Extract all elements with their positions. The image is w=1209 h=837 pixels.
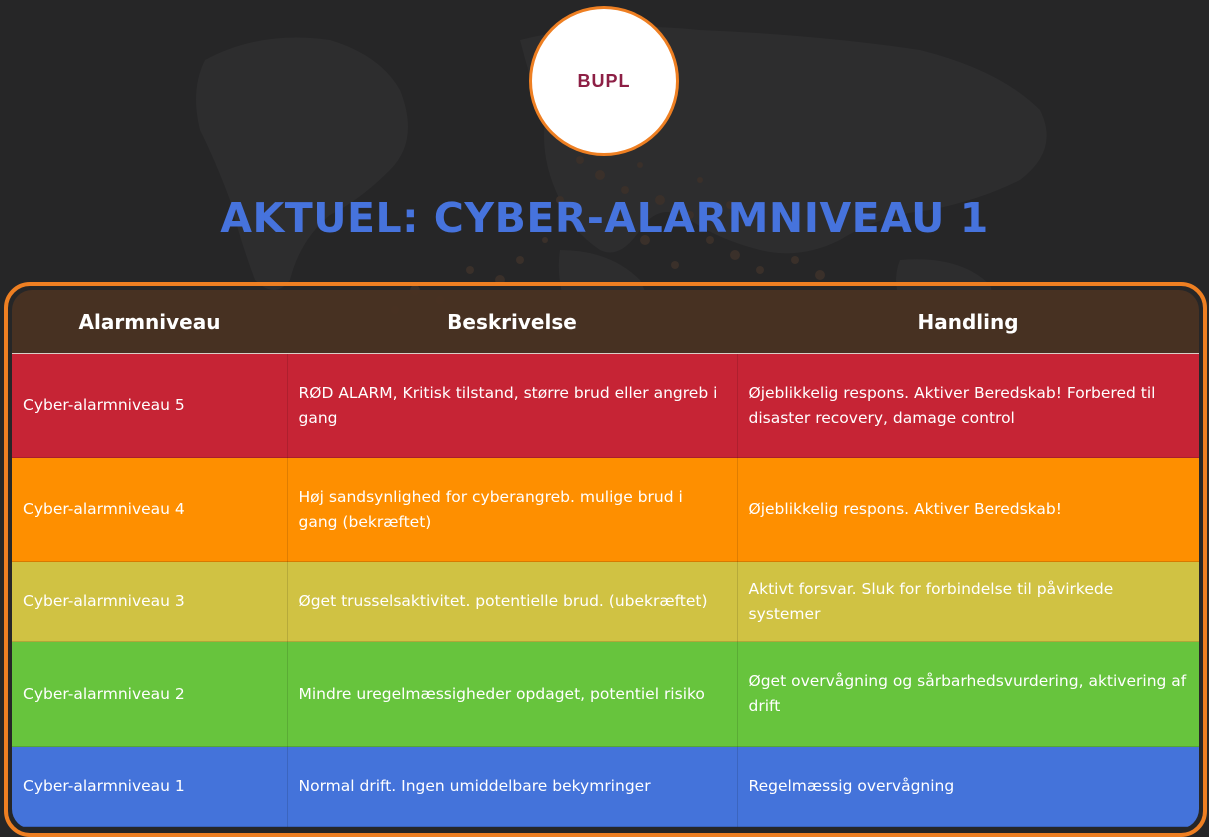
bupl-logo-circle: BUPL [529,6,679,156]
description-cell: Øget trusselsaktivitet. potentielle brud… [287,561,738,642]
table-row-level-1: Cyber-alarmniveau 1 Normal drift. Ingen … [12,746,1199,827]
level-cell: Cyber-alarmniveau 2 [12,641,288,747]
table-row-level-3: Cyber-alarmniveau 3 Øget trusselsaktivit… [12,561,1199,642]
level-cell: Cyber-alarmniveau 5 [12,353,288,458]
description-cell: Høj sandsynlighed for cyberangreb. mulig… [287,457,738,562]
column-header-action: Handling [737,290,1199,354]
action-cell: Regelmæssig overvågning [737,746,1199,827]
table-row-level-5: Cyber-alarmniveau 5 RØD ALARM, Kritisk t… [12,353,1199,458]
column-header-level: Alarmniveau [12,290,287,354]
level-cell: Cyber-alarmniveau 3 [12,561,288,642]
alarm-table-container: Alarmniveau Beskrivelse Handling Cyber-a… [12,290,1199,829]
action-cell: Øjeblikkelig respons. Aktiver Beredskab! [737,457,1199,562]
description-cell: Normal drift. Ingen umiddelbare bekymrin… [287,746,738,827]
level-cell: Cyber-alarmniveau 1 [12,746,288,827]
level-cell: Cyber-alarmniveau 4 [12,457,288,562]
table-header-row: Alarmniveau Beskrivelse Handling [12,290,1199,354]
page: BUPL AKTUEL: CYBER-ALARMNIVEAU 1 Alarmni… [0,0,1209,837]
action-cell: Øjeblikkelig respons. Aktiver Beredskab!… [737,353,1199,458]
table-row-level-2: Cyber-alarmniveau 2 Mindre uregelmæssigh… [12,641,1199,747]
action-cell: Øget overvågning og sårbarhedsvurdering,… [737,641,1199,747]
action-cell: Aktivt forsvar. Sluk for forbindelse til… [737,561,1199,642]
description-cell: RØD ALARM, Kritisk tilstand, større brud… [287,353,738,458]
alarm-table-frame: Alarmniveau Beskrivelse Handling Cyber-a… [4,282,1207,837]
column-header-description: Beskrivelse [287,290,737,354]
page-title: AKTUEL: CYBER-ALARMNIVEAU 1 [220,194,989,242]
description-cell: Mindre uregelmæssigheder opdaget, potent… [287,641,738,747]
table-row-level-4: Cyber-alarmniveau 4 Høj sandsynlighed fo… [12,457,1199,562]
bupl-logo: BUPL [577,70,631,91]
alarm-level-table: Alarmniveau Beskrivelse Handling Cyber-a… [12,290,1199,827]
